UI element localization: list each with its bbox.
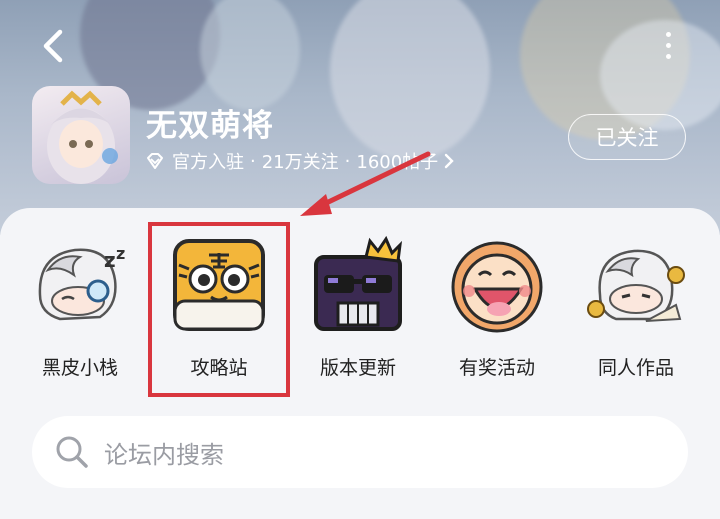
svg-text:z: z	[116, 244, 125, 263]
svg-text:z: z	[104, 248, 116, 272]
search-icon	[56, 436, 88, 468]
forum-search-bar[interactable]: 论坛内搜索	[32, 416, 688, 488]
search-input[interactable]: 论坛内搜索	[104, 435, 224, 470]
official-badge: 官方入驻	[172, 152, 244, 173]
back-arrow-icon[interactable]	[36, 26, 70, 66]
shortcut-label: 有奖活动	[458, 357, 535, 379]
king-sunglasses-icon	[314, 235, 403, 331]
game-avatar	[32, 86, 130, 184]
chevron-right-icon	[444, 153, 454, 169]
highlight-box	[148, 222, 290, 397]
shortcut-heipi-shop[interactable]: z z 黑皮小栈	[25, 235, 135, 380]
more-options-icon[interactable]	[662, 32, 674, 59]
shortcut-version-update[interactable]: 版本更新	[303, 235, 413, 380]
shortcut-prize-events[interactable]: 有奖活动	[442, 235, 552, 380]
banner-art	[200, 0, 300, 110]
forum-meta[interactable]: 官方入驻 · 21万关注 · 1600帖子	[146, 148, 456, 174]
shortcut-label: 同人作品	[597, 357, 674, 379]
diamond-icon	[147, 153, 163, 169]
shortcut-fan-works[interactable]: 同人作品	[581, 235, 691, 380]
fan-chibi-icon	[587, 249, 685, 322]
laughing-lion-icon	[451, 241, 543, 333]
follower-count: 21万关注	[261, 152, 339, 173]
game-title: 无双萌将	[146, 108, 274, 144]
shortcut-label: 黑皮小栈	[41, 357, 118, 379]
banner-art	[330, 0, 490, 160]
follow-button[interactable]: 已关注	[568, 114, 686, 160]
sleepy-chibi-icon: z z	[38, 244, 125, 321]
post-count: 1600帖子	[356, 152, 439, 173]
shortcut-label: 版本更新	[319, 357, 396, 379]
